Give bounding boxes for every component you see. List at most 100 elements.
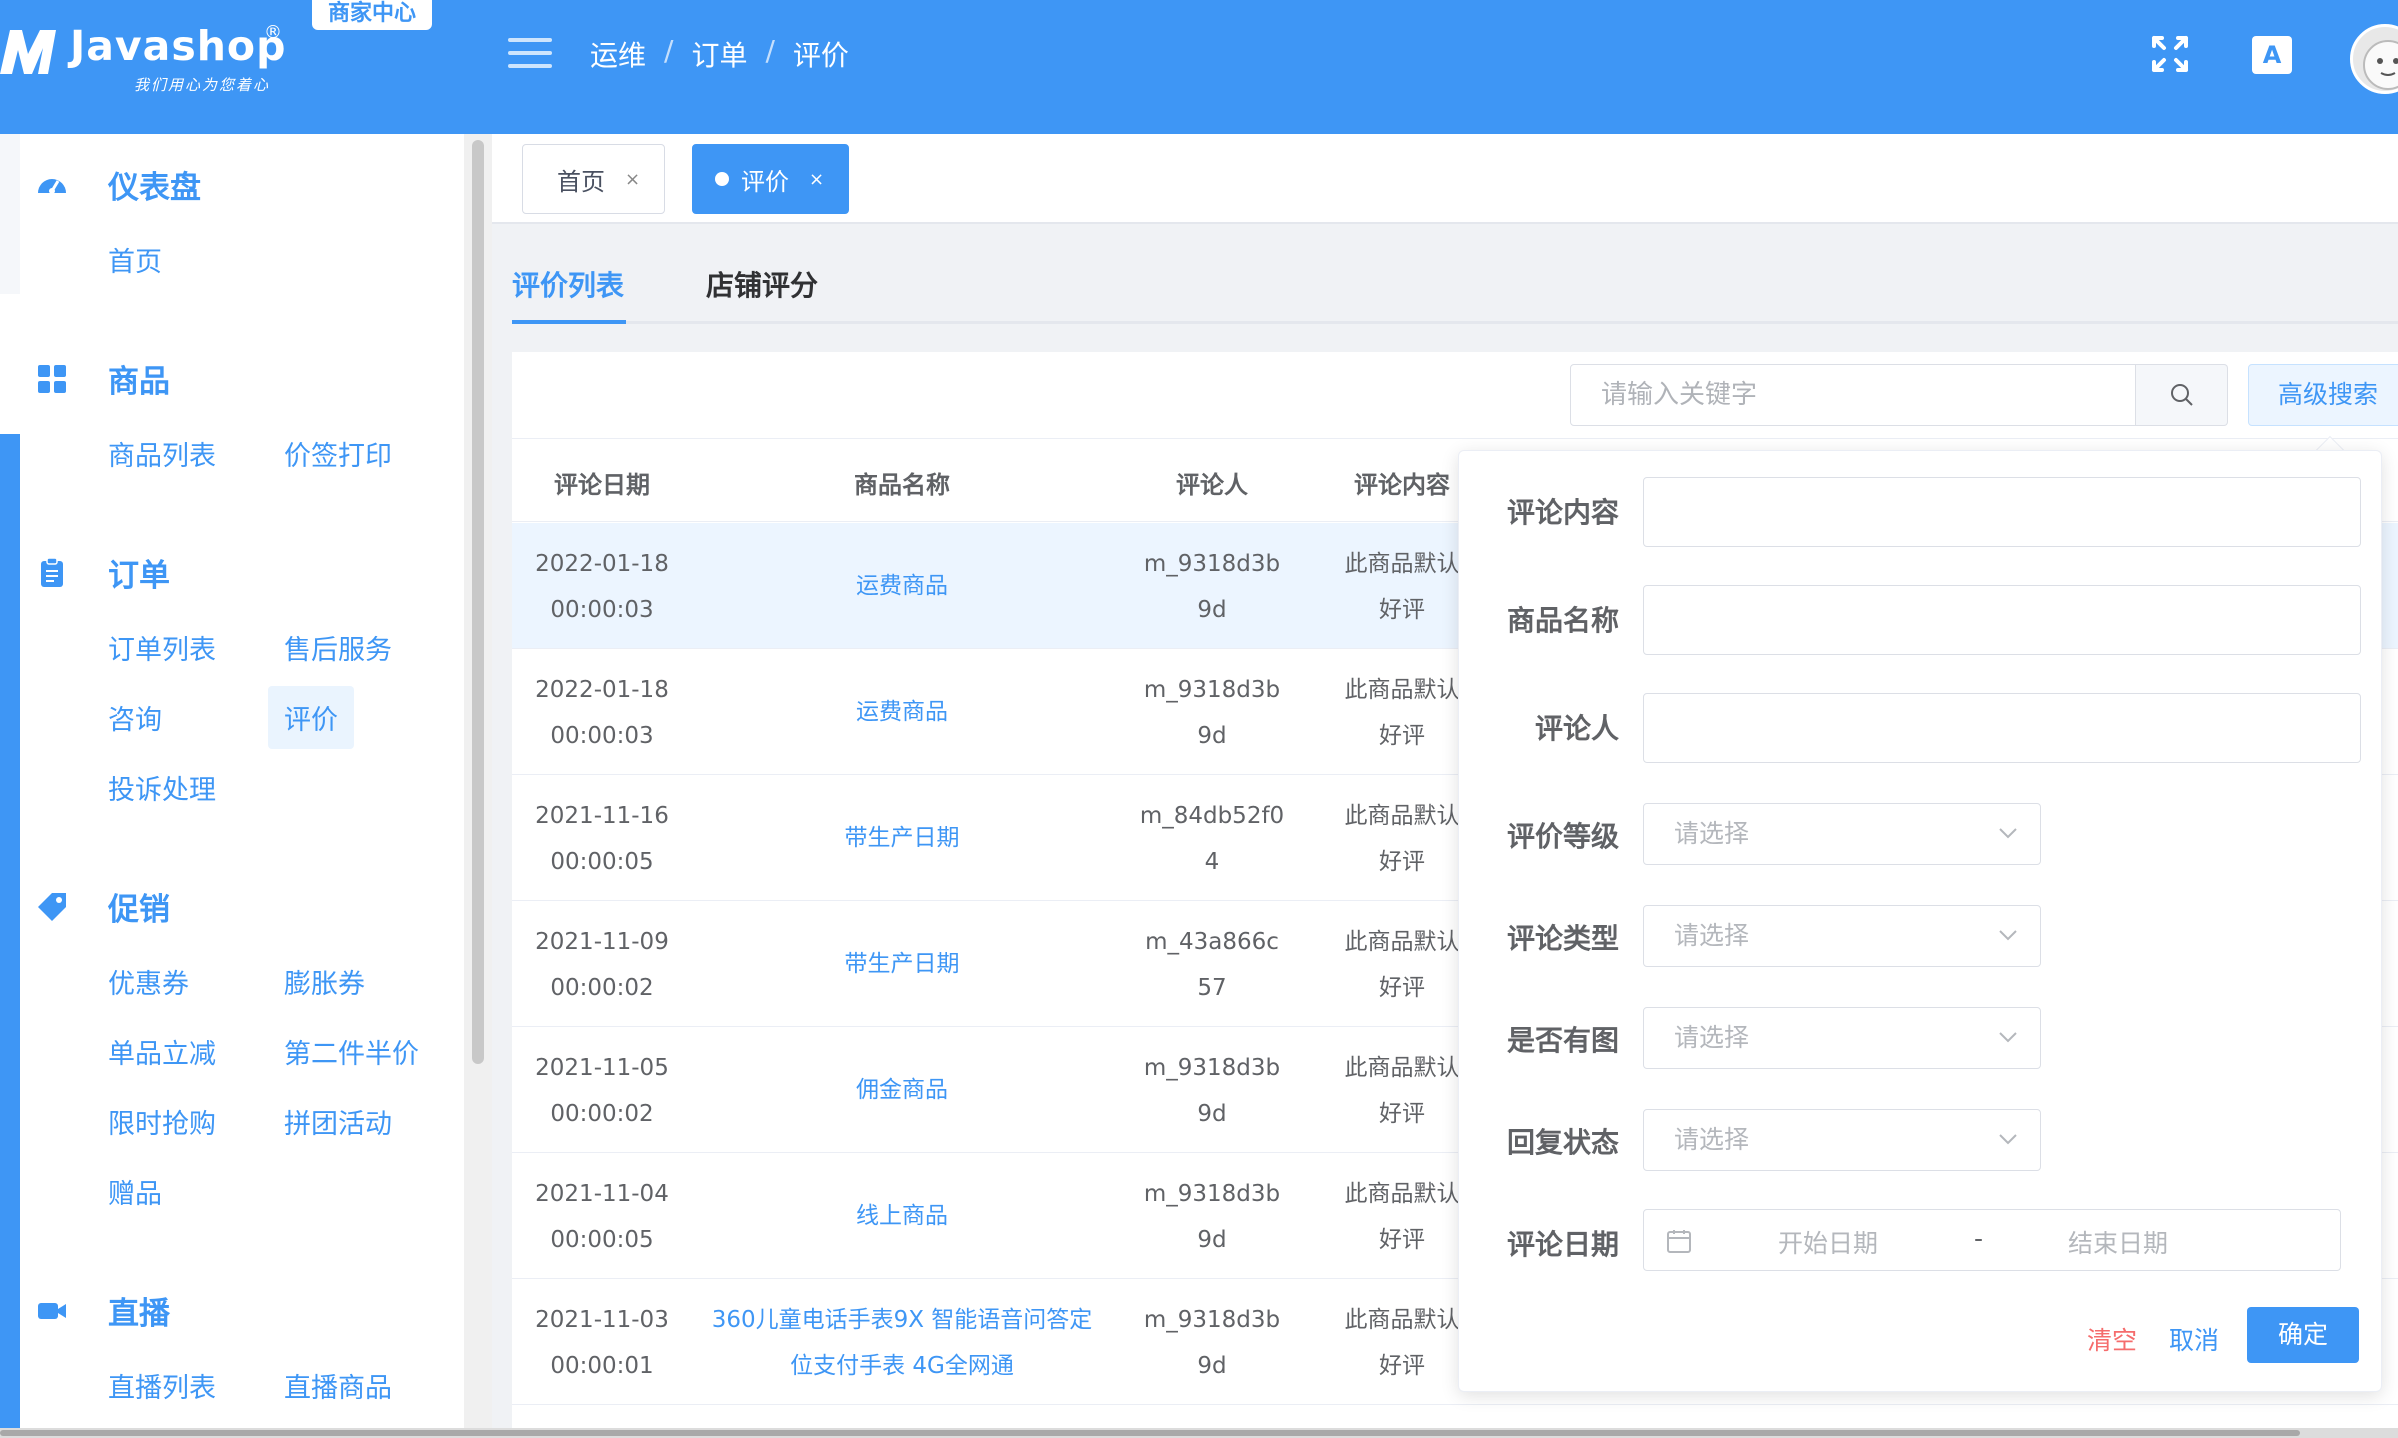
comment-date-label: 评论日期 <box>1506 1228 1619 1261</box>
horizontal-scrollbar-thumb[interactable] <box>0 1430 2300 1436</box>
sidebar-item-second-half-price[interactable]: 第二件半价 <box>268 1026 435 1077</box>
sidebar-item-live-list[interactable]: 直播列表 <box>92 1360 232 1411</box>
cell-goods-link-line[interactable]: 运费商品 <box>632 563 1172 609</box>
select-placeholder: 请选择 <box>1674 921 1750 950</box>
cell-goods-link-line[interactable]: 线上商品 <box>632 1193 1172 1239</box>
breadcrumb-item[interactable]: 订单 <box>691 34 747 74</box>
reply-status-label: 回复状态 <box>1506 1126 1619 1159</box>
chevron-down-icon <box>1999 930 2017 941</box>
cell-goods-link-line[interactable]: 佣金商品 <box>632 1067 1172 1113</box>
cell-goods-link[interactable]: 佣金商品 <box>632 1067 1172 1113</box>
cell-member: m_9318d3b 9d <box>1112 667 1312 759</box>
tag-home[interactable]: 首页 × <box>522 144 666 214</box>
sidebar: 仪表盘 首页 商品 商品列表 价签打印 订单 订单列表 售后服务 咨询 评价 投… <box>0 134 464 1438</box>
cell-member: m_84db52f0 4 <box>1112 793 1312 885</box>
sidebar-item-expansion-coupons[interactable]: 膨胀券 <box>268 956 381 1007</box>
tags-view-bar: 首页 × 评价 × <box>492 134 2398 224</box>
sidebar-item-after-sale[interactable]: 售后服务 <box>268 622 408 673</box>
cell-goods-link[interactable]: 带生产日期 <box>632 941 1172 987</box>
grade-select[interactable]: 请选择 <box>1643 803 2041 865</box>
logo[interactable]: Javashop ® 我们用心为您着心 <box>0 0 300 134</box>
sidebar-item-gifts[interactable]: 赠品 <box>92 1166 178 1217</box>
sidebar-item-comments[interactable]: 评价 <box>268 686 354 749</box>
sidebar-item-price-tag-print[interactable]: 价签打印 <box>268 428 408 479</box>
date-separator: - <box>1974 1224 1984 1253</box>
logo-text: Javashop <box>70 22 287 70</box>
breadcrumb: 运维 / 订单 / 评价 <box>590 34 849 74</box>
nav-group-promotion[interactable]: 促销 <box>36 884 170 929</box>
language-switch-icon[interactable]: A文 <box>2252 36 2292 107</box>
cancel-button[interactable]: 取消 <box>2169 1321 2219 1357</box>
sidebar-item-complaints[interactable]: 投诉处理 <box>92 762 232 813</box>
confirm-button[interactable]: 确定 <box>2247 1307 2359 1363</box>
start-date-input[interactable]: 开始日期 <box>1778 1224 1878 1260</box>
cell-goods-link[interactable]: 运费商品 <box>632 689 1172 735</box>
keyword-search-input[interactable]: 请输入关键字 <box>1570 364 2136 426</box>
reply-status-select[interactable]: 请选择 <box>1643 1109 2041 1171</box>
cell-goods-link-line[interactable]: 运费商品 <box>632 689 1172 735</box>
user-avatar[interactable] <box>2350 24 2398 94</box>
top-header: Javashop ® 我们用心为您着心 商家中心 运维 / 订单 / 评价 A文 <box>0 0 2398 134</box>
content-input[interactable] <box>1643 477 2361 547</box>
sidebar-item-live-goods[interactable]: 直播商品 <box>268 1360 408 1411</box>
breadcrumb-item-current: 评价 <box>792 39 849 72</box>
sidebar-item-order-list[interactable]: 订单列表 <box>92 622 232 673</box>
cell-goods-link-line[interactable]: 带生产日期 <box>632 941 1172 987</box>
date-range-picker[interactable]: 开始日期 - 结束日期 <box>1643 1209 2341 1271</box>
clear-button[interactable]: 清空 <box>2087 1321 2137 1357</box>
nav-group-live[interactable]: 直播 <box>36 1288 170 1333</box>
tab-shop-score[interactable]: 店铺评分 <box>706 264 818 304</box>
tag-comments[interactable]: 评价 × <box>692 144 850 214</box>
cell-member: m_9318d3b 9d <box>1112 541 1312 633</box>
cell-goods-link[interactable]: 带生产日期 <box>632 815 1172 861</box>
type-select[interactable]: 请选择 <box>1643 905 2041 967</box>
cell-member-line: 9d <box>1197 1353 1227 1379</box>
member-input[interactable] <box>1643 693 2361 763</box>
fullscreen-icon[interactable] <box>2150 34 2190 74</box>
clipboard-icon <box>41 556 63 587</box>
tab-active-indicator <box>512 320 626 324</box>
column-header-member[interactable]: 评论人 <box>1112 465 1312 500</box>
cell-goods-link-line[interactable]: 带生产日期 <box>632 815 1172 861</box>
nav-group-dashboard[interactable]: 仪表盘 <box>36 162 201 207</box>
tag-label: 首页 <box>557 167 605 196</box>
sidebar-item-instant-discount[interactable]: 单品立减 <box>92 1026 232 1077</box>
sidebar-item-group-buy[interactable]: 拼团活动 <box>268 1096 408 1147</box>
sidebar-item-goods-list[interactable]: 商品列表 <box>92 428 232 479</box>
search-icon <box>2170 384 2193 406</box>
advanced-search-button[interactable]: 高级搜索 <box>2248 364 2398 426</box>
cell-member-line: m_43a866c <box>1145 929 1279 955</box>
sidebar-scrollbar-thumb[interactable] <box>472 140 484 1064</box>
tab-comment-list[interactable]: 评价列表 <box>512 264 624 304</box>
cell-goods-link[interactable]: 线上商品 <box>632 1193 1172 1239</box>
type-label: 评论类型 <box>1506 922 1619 955</box>
cell-member-line: 4 <box>1204 849 1220 875</box>
sidebar-item-coupons[interactable]: 优惠券 <box>92 956 205 1007</box>
search-button[interactable] <box>2136 364 2228 426</box>
end-date-input[interactable]: 结束日期 <box>2068 1224 2168 1260</box>
cell-goods-link[interactable]: 运费商品 <box>632 563 1172 609</box>
sidebar-item-flash-sale[interactable]: 限时抢购 <box>92 1096 232 1147</box>
breadcrumb-item[interactable]: 运维 <box>590 34 646 74</box>
cell-goods-link-line[interactable]: 位支付手表 4G全网通 <box>632 1343 1172 1389</box>
close-icon[interactable]: × <box>625 169 640 190</box>
nav-group-label: 仪表盘 <box>108 170 201 206</box>
sidebar-item-home[interactable]: 首页 <box>92 234 178 285</box>
close-icon[interactable]: × <box>809 169 824 190</box>
sidebar-item-consultation[interactable]: 咨询 <box>92 692 178 743</box>
chevron-down-icon <box>1999 1032 2017 1043</box>
tag-label: 评价 <box>741 167 789 196</box>
nav-group-order[interactable]: 订单 <box>36 550 170 595</box>
cell-goods-link[interactable]: 360儿童电话手表9X 智能语音问答定 位支付手表 4G全网通 <box>632 1297 1172 1389</box>
goods-name-label: 商品名称 <box>1506 604 1619 637</box>
goods-name-input[interactable] <box>1643 585 2361 655</box>
column-header-goods[interactable]: 商品名称 <box>692 465 1112 500</box>
tag-icon <box>38 892 66 921</box>
has-image-select[interactable]: 请选择 <box>1643 1007 2041 1069</box>
chevron-down-icon <box>1999 828 2017 839</box>
hamburger-menu-icon[interactable] <box>508 38 552 70</box>
column-header-date[interactable]: 评论日期 <box>512 465 692 500</box>
nav-group-goods[interactable]: 商品 <box>36 356 170 401</box>
cell-member: m_9318d3b 9d <box>1112 1297 1312 1389</box>
cell-goods-link-line[interactable]: 360儿童电话手表9X 智能语音问答定 <box>632 1297 1172 1343</box>
